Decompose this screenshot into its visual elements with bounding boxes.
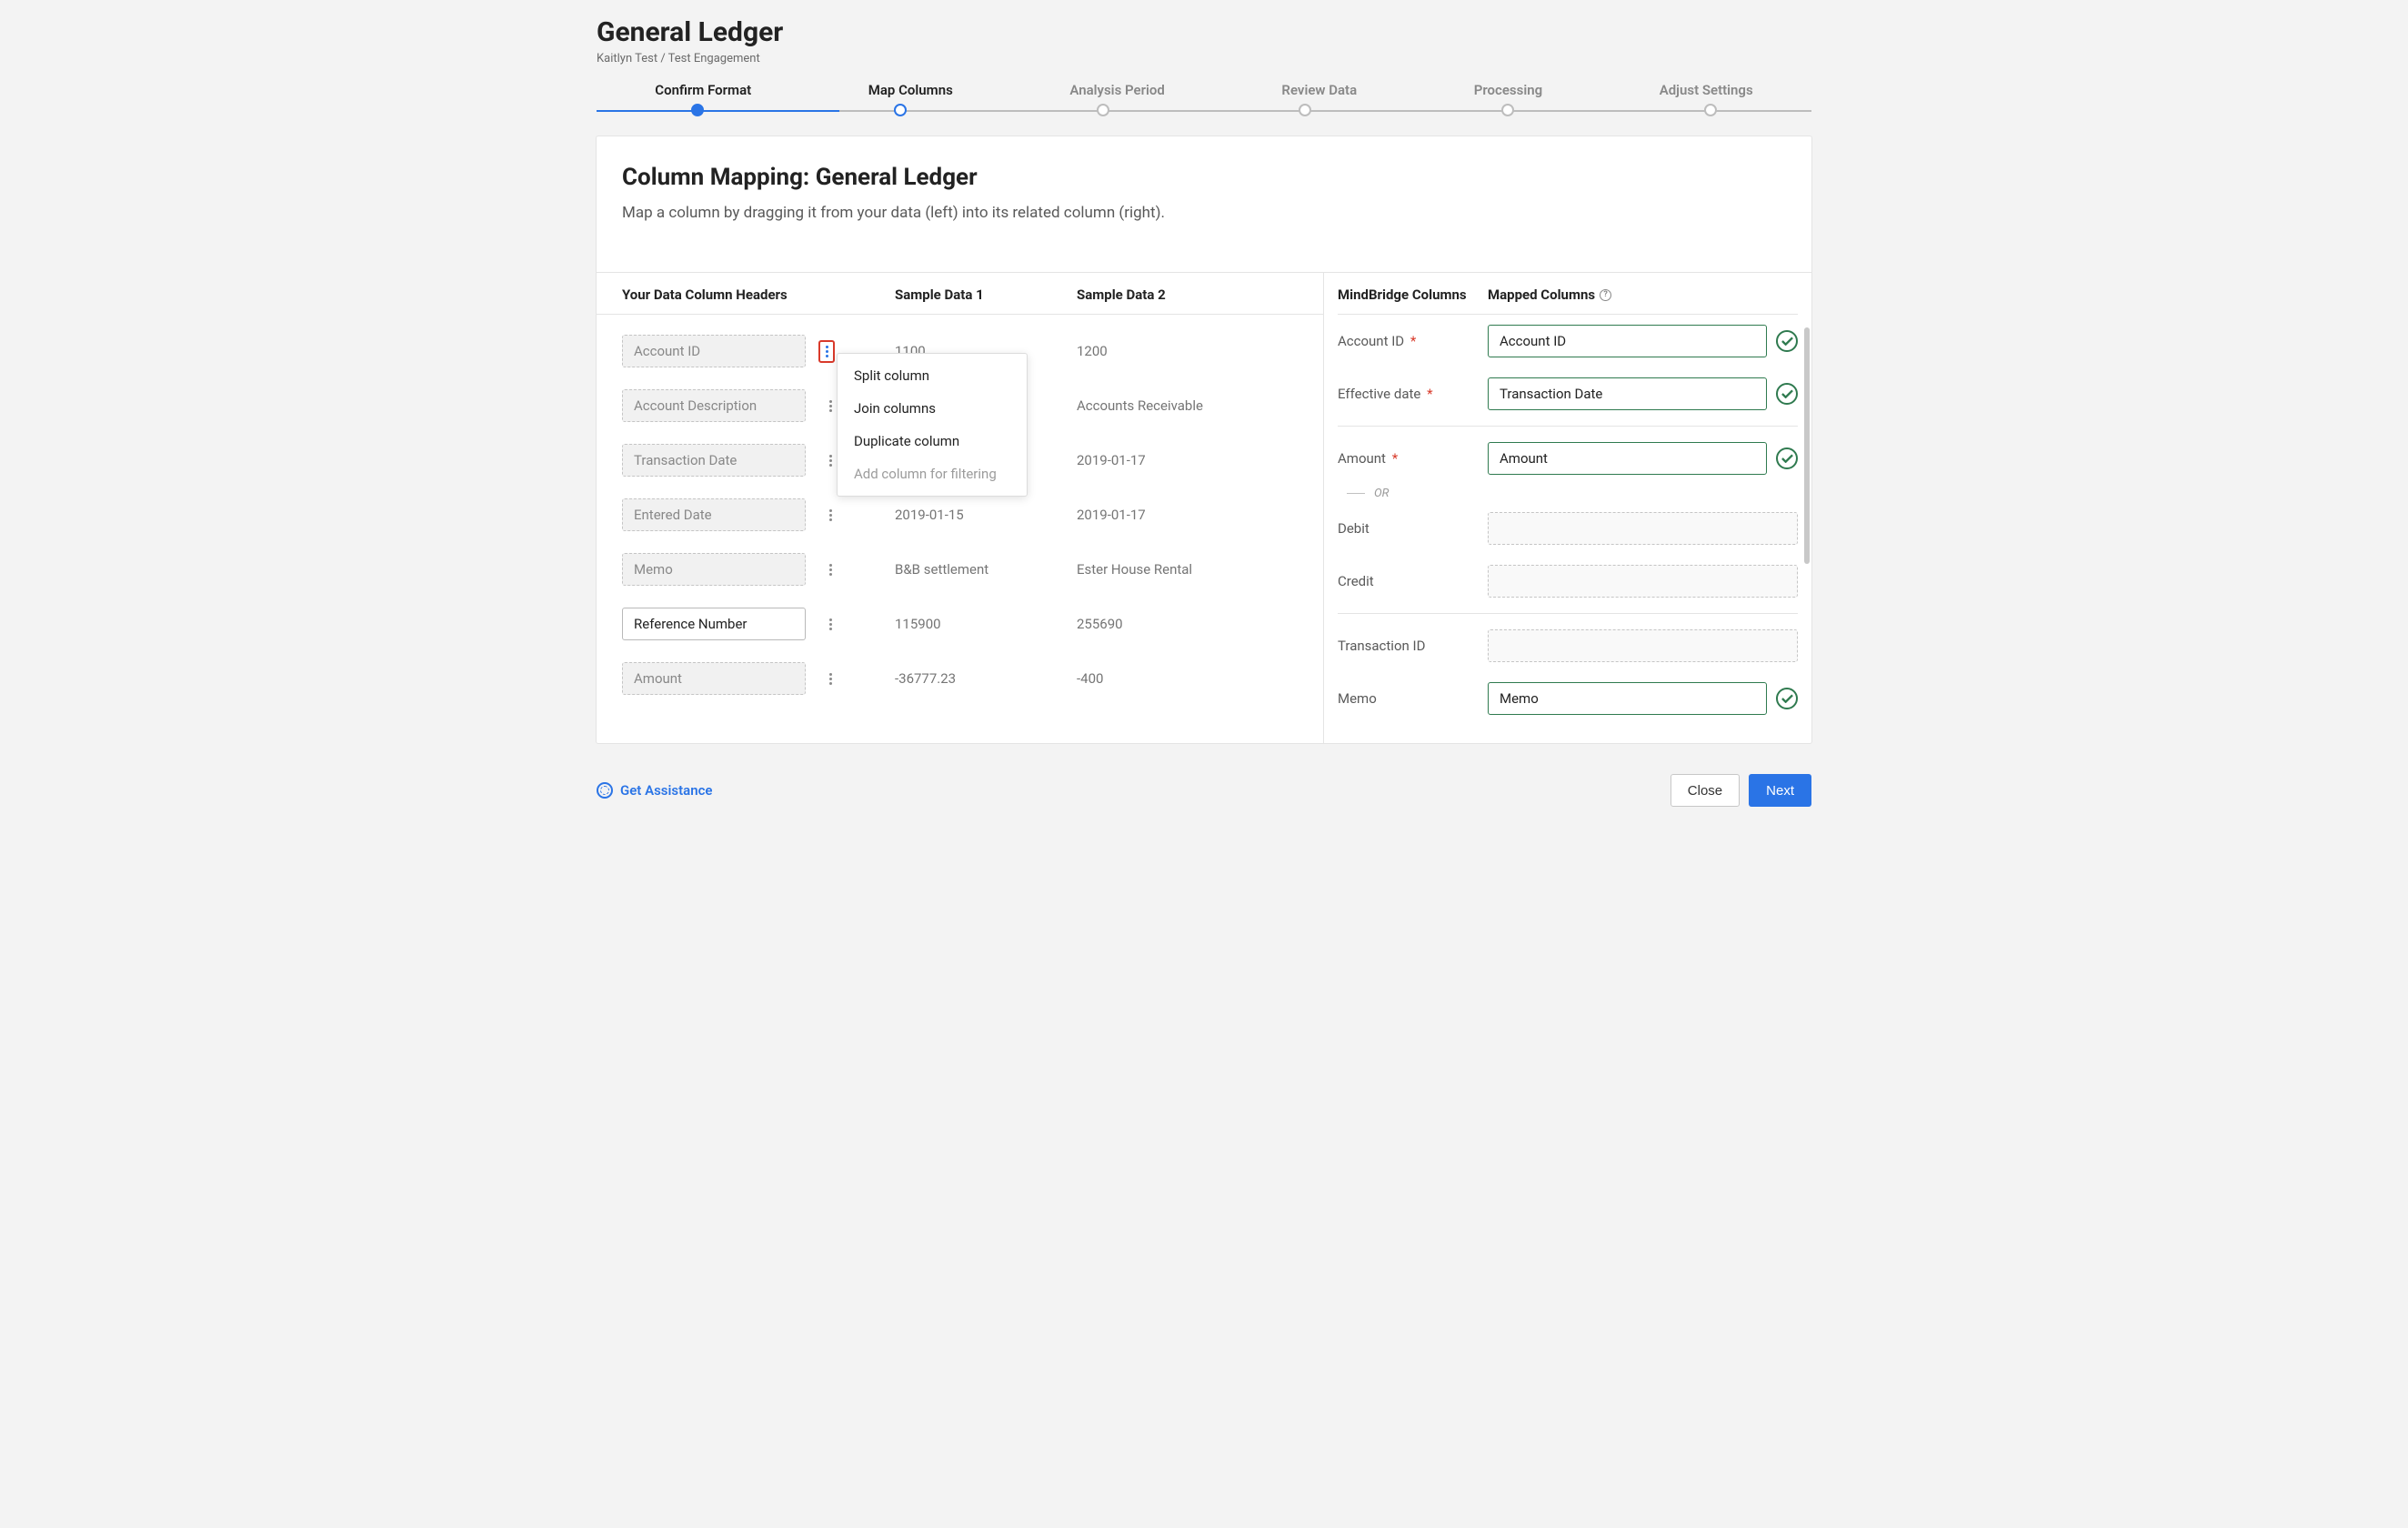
scrollbar-thumb[interactable]	[1804, 327, 1810, 564]
wizard-stepper: Confirm Format Map Columns Analysis Period…	[578, 82, 1830, 118]
sample-data-2: 1200	[1077, 343, 1298, 359]
kebab-icon[interactable]	[822, 509, 838, 521]
mindbridge-columns-header: MindBridge Columns	[1338, 286, 1488, 303]
table-row: Memo B&B settlementEster House Rental	[622, 542, 1298, 597]
map-slot[interactable]: Amount	[1488, 442, 1767, 475]
sample-data-1: 2019-01-15	[895, 507, 1077, 523]
kebab-icon[interactable]	[822, 564, 838, 576]
sample-data-1: 115900	[895, 616, 1077, 632]
map-row: Transaction ID	[1338, 619, 1798, 672]
breadcrumb: Kaitlyn Test / Test Engagement	[597, 52, 1811, 65]
map-slot[interactable]: Memo	[1488, 682, 1767, 715]
step-review-data[interactable]: Review Data	[1281, 82, 1357, 98]
map-label: Effective date *	[1338, 386, 1488, 402]
column-chip[interactable]: Transaction Date	[622, 444, 806, 477]
card-subtitle: Map a column by dragging it from your da…	[622, 204, 1786, 222]
map-label: Memo	[1338, 690, 1488, 707]
map-row: Account ID *Account ID	[1338, 315, 1798, 367]
menu-item-add-column-for-filtering: Add column for filtering	[838, 457, 1027, 490]
close-button[interactable]: Close	[1671, 774, 1740, 807]
sample-data-1: B&B settlement	[895, 561, 1077, 578]
page-title: General Ledger	[597, 16, 1811, 48]
step-confirm-format[interactable]: Confirm Format	[655, 82, 751, 98]
check-icon	[1776, 330, 1798, 352]
menu-item-join-columns[interactable]: Join columns	[838, 392, 1027, 425]
table-row: Reference Number 115900255690	[622, 597, 1298, 651]
sample-data-2: Accounts Receivable	[1077, 397, 1298, 414]
step-circle	[1501, 104, 1514, 116]
map-label: Transaction ID	[1338, 638, 1488, 654]
step-circle	[1097, 104, 1109, 116]
column-chip[interactable]: Entered Date	[622, 498, 806, 531]
map-label: Credit	[1338, 573, 1488, 589]
help-icon[interactable]: ?	[1600, 289, 1611, 301]
sample-data-2: 2019-01-17	[1077, 507, 1298, 523]
map-slot[interactable]: Transaction Date	[1488, 377, 1767, 410]
map-row: Debit	[1338, 502, 1798, 555]
your-data-header: Your Data Column Headers	[622, 286, 895, 303]
map-slot[interactable]	[1488, 629, 1798, 662]
column-chip[interactable]: Amount	[622, 662, 806, 695]
step-circle	[691, 104, 704, 116]
column-chip[interactable]: Account Description	[622, 389, 806, 422]
map-label: Debit	[1338, 520, 1488, 537]
check-icon	[1776, 383, 1798, 405]
map-label: Amount *	[1338, 450, 1488, 467]
step-map-columns[interactable]: Map Columns	[868, 82, 953, 98]
next-button[interactable]: Next	[1749, 774, 1811, 807]
sample-data-2: 255690	[1077, 616, 1298, 632]
map-row: Credit	[1338, 555, 1798, 608]
check-icon	[1776, 688, 1798, 709]
column-action-menu: Split columnJoin columnsDuplicate column…	[837, 353, 1028, 497]
map-slot[interactable]	[1488, 512, 1798, 545]
gear-icon	[597, 782, 613, 799]
map-row: Amount *Amount	[1338, 432, 1798, 485]
map-label: Account ID *	[1338, 333, 1488, 349]
sample-data-1: -36777.23	[895, 670, 1077, 687]
sample2-header: Sample Data 2	[1077, 286, 1298, 303]
menu-item-split-column[interactable]: Split column	[838, 359, 1027, 392]
step-circle	[1704, 104, 1717, 116]
table-row: Amount -36777.23-400	[622, 651, 1298, 706]
sample-data-2: Ester House Rental	[1077, 561, 1298, 578]
step-circle	[894, 104, 907, 116]
sample-data-2: 2019-01-17	[1077, 452, 1298, 468]
step-circle	[1299, 104, 1311, 116]
map-row: Effective date *Transaction Date	[1338, 367, 1798, 420]
step-adjust-settings[interactable]: Adjust Settings	[1660, 82, 1753, 98]
menu-item-duplicate-column[interactable]: Duplicate column	[838, 425, 1027, 457]
column-chip[interactable]: Reference Number	[622, 608, 806, 640]
kebab-icon[interactable]	[822, 618, 838, 630]
column-chip[interactable]: Account ID	[622, 335, 806, 367]
scrollbar-track	[1804, 273, 1810, 743]
step-analysis-period[interactable]: Analysis Period	[1069, 82, 1165, 98]
map-slot[interactable]	[1488, 565, 1798, 598]
map-row: MemoMemo	[1338, 672, 1798, 725]
check-icon	[1776, 447, 1798, 469]
step-processing[interactable]: Processing	[1474, 82, 1542, 98]
card-title: Column Mapping: General Ledger	[622, 164, 1786, 191]
or-divider: OR	[1338, 487, 1798, 500]
sample1-header: Sample Data 1	[895, 286, 1077, 303]
kebab-icon[interactable]	[822, 673, 838, 685]
column-chip[interactable]: Memo	[622, 553, 806, 586]
sample-data-2: -400	[1077, 670, 1298, 687]
mapped-columns-header: Mapped Columns ?	[1488, 286, 1798, 303]
map-slot[interactable]: Account ID	[1488, 325, 1767, 357]
kebab-icon[interactable]	[818, 340, 835, 363]
get-assistance-link[interactable]: Get Assistance	[597, 782, 712, 799]
